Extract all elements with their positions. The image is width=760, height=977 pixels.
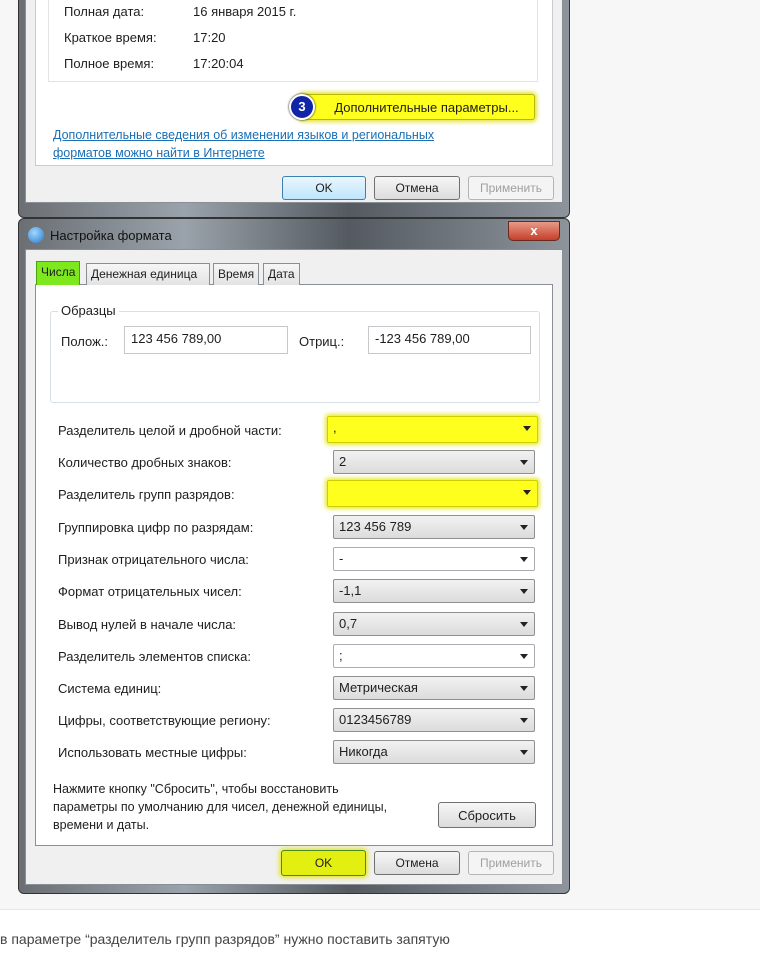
tab-numbers[interactable]: Числа bbox=[36, 261, 81, 285]
cancel-button[interactable]: Отмена bbox=[374, 176, 460, 200]
row-label: Полное время: bbox=[64, 56, 155, 71]
row-value: 17:20:04 bbox=[193, 56, 244, 71]
ok-button[interactable]: OK bbox=[282, 176, 366, 200]
step-badge: 3 bbox=[289, 94, 315, 120]
close-button[interactable]: x bbox=[508, 221, 560, 241]
combo-value: Метрическая bbox=[339, 680, 418, 695]
chevron-down-icon bbox=[520, 622, 528, 627]
setting-label: Признак отрицательного числа: bbox=[58, 552, 249, 567]
tab-time[interactable]: Время bbox=[213, 263, 260, 285]
combo-value: - bbox=[339, 551, 344, 566]
row-value: 17:20 bbox=[193, 30, 226, 45]
row-value: 16 января 2015 г. bbox=[193, 4, 297, 19]
setting-combo[interactable]: 123 456 789 bbox=[333, 515, 535, 539]
combo-value: , bbox=[333, 420, 337, 435]
reset-hint: Нажмите кнопку "Сбросить", чтобы восстан… bbox=[53, 782, 339, 796]
row-label: Краткое время: bbox=[64, 30, 157, 45]
combo-value: ; bbox=[339, 648, 343, 663]
tab-currency[interactable]: Денежная единица bbox=[86, 263, 210, 285]
setting-label: Цифры, соответствующие региону: bbox=[58, 713, 271, 728]
setting-label: Формат отрицательных чисел: bbox=[58, 584, 242, 599]
setting-combo[interactable]: -1,1 bbox=[333, 579, 535, 603]
setting-combo[interactable]: ; bbox=[333, 644, 535, 668]
setting-label: Разделитель элементов списка: bbox=[58, 649, 251, 664]
screenshot-area: Полная дата: 16 января 2015 г. Краткое в… bbox=[0, 0, 760, 910]
setting-label: Система единиц: bbox=[58, 681, 162, 696]
samples-legend: Образцы bbox=[58, 303, 119, 318]
setting-label: Количество дробных знаков: bbox=[58, 455, 232, 470]
setting-label: Использовать местные цифры: bbox=[58, 745, 247, 760]
negative-sample: -123 456 789,00 bbox=[368, 326, 531, 354]
setting-combo[interactable] bbox=[327, 480, 538, 507]
more-info-link[interactable]: Дополнительные сведения об изменении язы… bbox=[53, 128, 434, 142]
dialog-title: Настройка формата bbox=[50, 228, 172, 243]
more-info-link-2[interactable]: форматов можно найти в Интернете bbox=[53, 146, 265, 160]
caption-text: в параметре “разделитель групп разрядов”… bbox=[0, 931, 450, 947]
negative-label: Отриц.: bbox=[299, 334, 345, 349]
setting-label: Вывод нулей в начале числа: bbox=[58, 617, 237, 632]
additional-settings-button[interactable]: Дополнительные параметры... bbox=[300, 94, 535, 120]
globe-icon bbox=[28, 227, 44, 243]
chevron-down-icon bbox=[520, 654, 528, 659]
chevron-down-icon bbox=[520, 525, 528, 530]
reset-button[interactable]: Сбросить bbox=[438, 802, 536, 828]
positive-sample: 123 456 789,00 bbox=[124, 326, 288, 354]
reset-hint: параметры по умолчанию для чисел, денежн… bbox=[53, 800, 388, 814]
dialog-apply-button[interactable]: Применить bbox=[468, 851, 554, 875]
chevron-down-icon bbox=[520, 589, 528, 594]
setting-label: Разделитель целой и дробной части: bbox=[58, 423, 282, 438]
combo-value: -1,1 bbox=[339, 583, 362, 598]
setting-combo[interactable]: 0123456789 bbox=[333, 708, 535, 732]
chevron-down-icon bbox=[520, 686, 528, 691]
apply-button[interactable]: Применить bbox=[468, 176, 554, 200]
chevron-down-icon bbox=[520, 557, 528, 562]
combo-value: 0123456789 bbox=[339, 712, 412, 727]
combo-value: 0,7 bbox=[339, 616, 358, 631]
row-label: Полная дата: bbox=[64, 4, 145, 19]
chevron-down-icon bbox=[520, 750, 528, 755]
combo-value: 123 456 789 bbox=[339, 519, 412, 534]
setting-combo[interactable]: - bbox=[333, 547, 535, 571]
dialog-ok-button[interactable]: OK bbox=[281, 850, 366, 876]
setting-combo[interactable]: 0,7 bbox=[333, 612, 535, 636]
samples-group bbox=[50, 311, 540, 403]
chevron-down-icon bbox=[523, 490, 531, 495]
tab-date[interactable]: Дата bbox=[263, 263, 300, 285]
chevron-down-icon bbox=[520, 718, 528, 723]
chevron-down-icon bbox=[523, 426, 531, 431]
setting-combo[interactable]: Никогда bbox=[333, 740, 535, 764]
setting-combo[interactable]: 2 bbox=[333, 450, 535, 474]
dialog-cancel-button[interactable]: Отмена bbox=[374, 851, 460, 875]
chevron-down-icon bbox=[520, 460, 528, 465]
setting-combo[interactable]: , bbox=[327, 416, 538, 443]
setting-label: Группировка цифр по разрядам: bbox=[58, 520, 254, 535]
positive-label: Полож.: bbox=[61, 334, 109, 349]
button-label: Дополнительные параметры... bbox=[334, 99, 519, 115]
setting-label: Разделитель групп разрядов: bbox=[58, 487, 235, 502]
combo-value: Никогда bbox=[339, 744, 388, 759]
reset-hint: времени и даты. bbox=[53, 818, 150, 832]
setting-combo[interactable]: Метрическая bbox=[333, 676, 535, 700]
combo-value: 2 bbox=[339, 454, 347, 469]
